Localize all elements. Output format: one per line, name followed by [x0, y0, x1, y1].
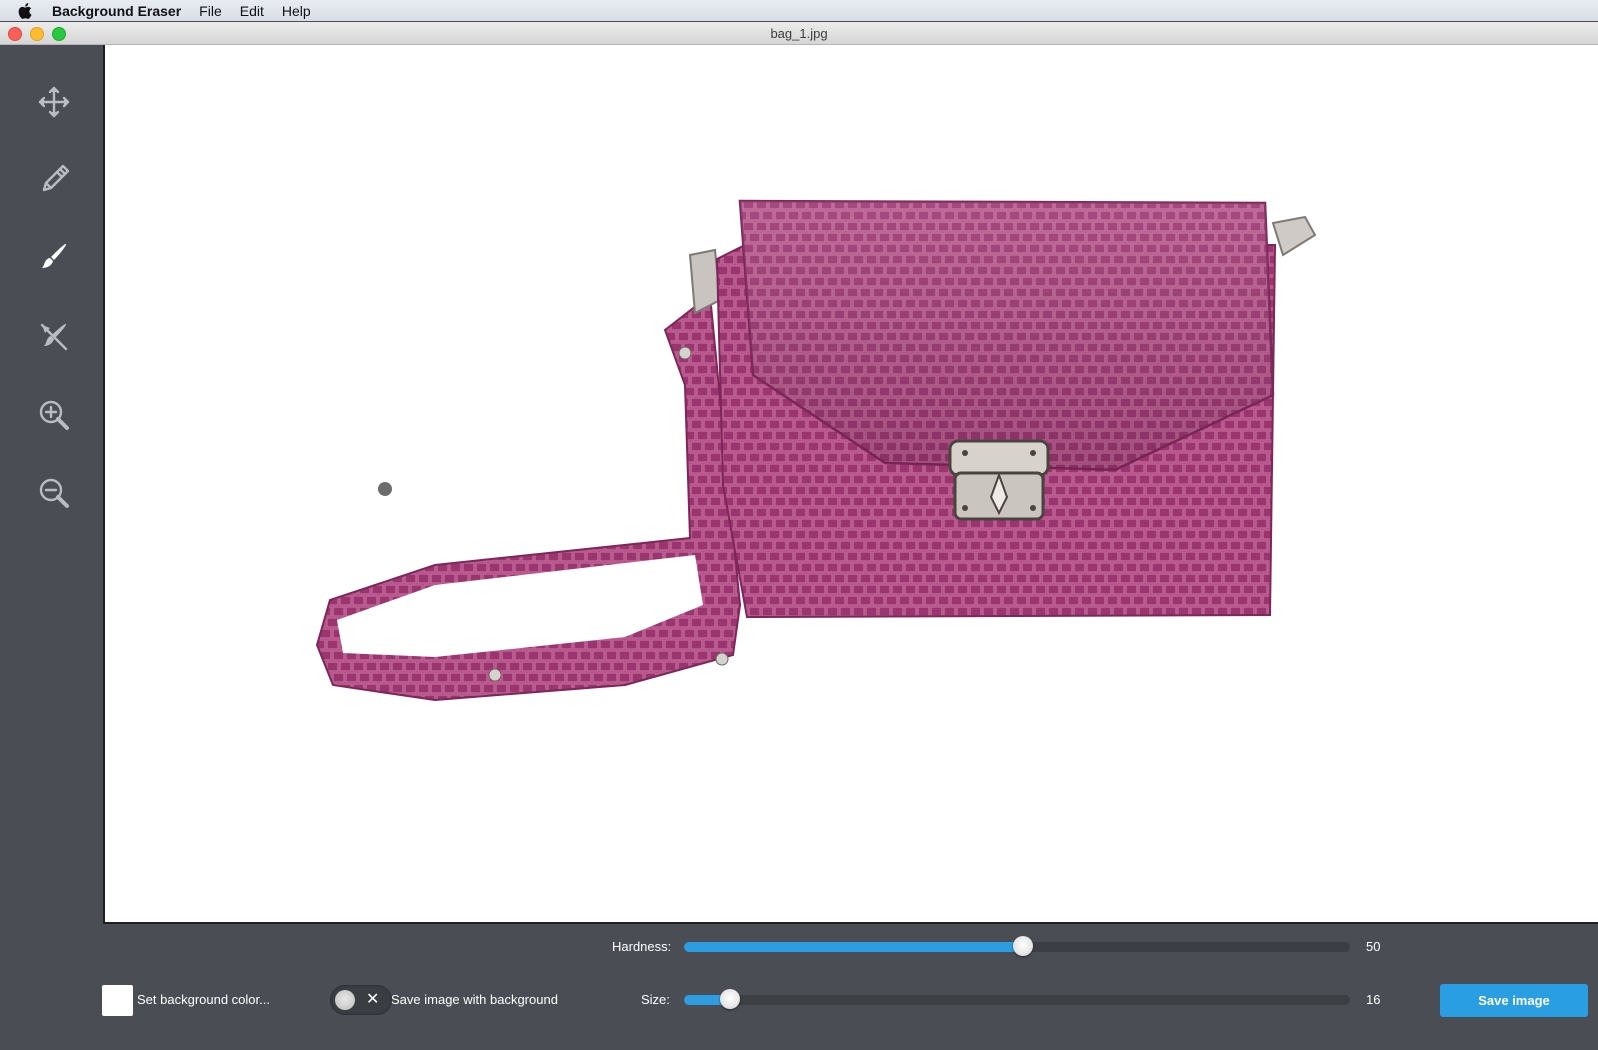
app-menu[interactable]: Background Eraser	[52, 3, 181, 19]
background-color-swatch[interactable]	[102, 985, 133, 1016]
zoom-out-icon	[39, 478, 69, 508]
zoom-out-button[interactable]	[30, 469, 78, 517]
move-tool-button[interactable]	[30, 78, 78, 126]
restore-brush-icon	[40, 323, 68, 351]
erase-brush-tool-button[interactable]	[30, 234, 78, 282]
menu-help[interactable]: Help	[282, 3, 311, 19]
zoom-in-button[interactable]	[30, 391, 78, 439]
brush-icon	[42, 243, 67, 268]
save-with-background-label: Save image with background	[391, 992, 558, 1007]
bottom-controls: Hardness: 50 Set background color... ✕ S…	[0, 925, 1598, 1050]
move-icon	[38, 86, 70, 118]
save-image-button[interactable]: Save image	[1440, 984, 1588, 1017]
pencil-icon	[42, 164, 70, 192]
handbag-image	[315, 199, 1317, 702]
image-canvas[interactable]	[103, 45, 1598, 924]
restore-brush-tool-button[interactable]	[30, 313, 78, 361]
window-title: bag_1.jpg	[770, 26, 828, 41]
hardness-value: 50	[1366, 939, 1381, 954]
brush-cursor	[378, 482, 392, 496]
hardness-slider-thumb[interactable]	[1013, 936, 1033, 956]
pencil-tool-button[interactable]	[30, 156, 78, 204]
save-with-background-toggle[interactable]: ✕	[330, 985, 392, 1015]
apple-icon[interactable]	[18, 2, 38, 19]
size-label: Size:	[641, 992, 670, 1007]
toggle-knob	[335, 990, 355, 1010]
size-slider-thumb[interactable]	[720, 989, 740, 1009]
hardness-slider-fill	[684, 942, 1023, 952]
size-slider[interactable]	[684, 989, 1350, 1009]
hardness-label: Hardness:	[612, 939, 672, 954]
menu-bar: Background Eraser File Edit Help	[0, 0, 1598, 21]
menu-file[interactable]: File	[199, 3, 222, 19]
set-background-color-label[interactable]: Set background color...	[137, 992, 270, 1007]
menu-edit[interactable]: Edit	[240, 3, 264, 19]
toggle-off-icon: ✕	[366, 991, 380, 1008]
window-titlebar: bag_1.jpg	[0, 22, 1598, 45]
zoom-in-icon	[39, 400, 69, 430]
tool-sidebar	[0, 45, 103, 925]
size-value: 16	[1366, 992, 1381, 1007]
hardness-slider[interactable]	[684, 936, 1350, 956]
